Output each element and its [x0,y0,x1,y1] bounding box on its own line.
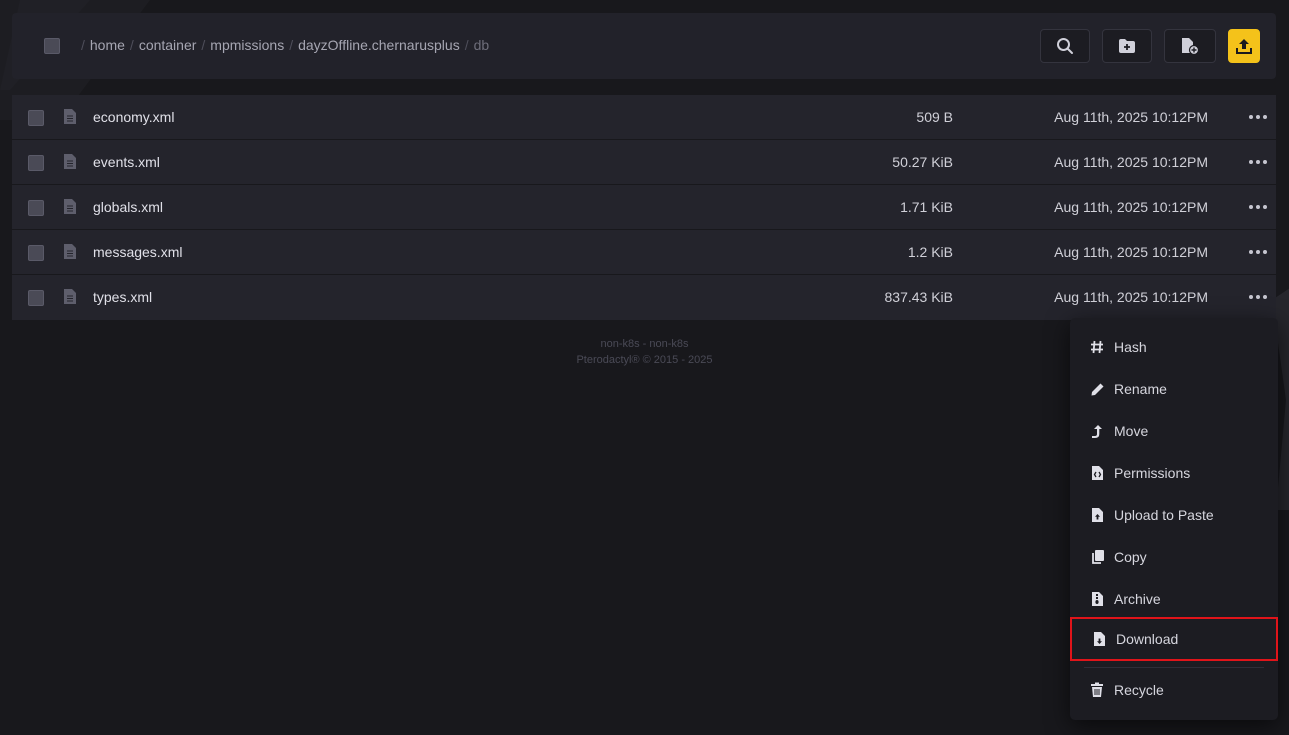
file-modified: Aug 11th, 2025 10:12PM [1054,244,1208,260]
file-name[interactable]: messages.xml [93,244,182,260]
more-options-icon[interactable] [1248,108,1268,126]
menu-item-label: Permissions [1114,465,1191,481]
new-folder-button[interactable] [1102,29,1152,63]
hash-icon [1089,339,1105,355]
file-name[interactable]: economy.xml [93,109,174,125]
breadcrumb-current: db [473,37,490,53]
breadcrumb-separator: / [289,37,294,53]
breadcrumb-container[interactable]: container [139,37,197,53]
file-plus-icon [1182,38,1200,55]
file-icon [64,154,76,169]
menu-item-recycle[interactable]: Recycle [1070,670,1278,710]
file-size: 1.71 KiB [900,199,953,215]
search-icon [1057,38,1073,54]
file-checkbox[interactable] [28,245,44,261]
file-modified: Aug 11th, 2025 10:12PM [1054,199,1208,215]
menu-item-move[interactable]: Move [1070,411,1278,451]
select-all-checkbox[interactable] [44,38,60,54]
file-size: 1.2 KiB [907,244,953,260]
menu-item-permissions[interactable]: Permissions [1070,453,1278,493]
breadcrumb-separator: / [201,37,206,53]
file-modified: Aug 11th, 2025 10:12PM [1054,109,1208,125]
file-checkbox[interactable] [28,290,44,306]
menu-divider [1084,667,1264,668]
file-name[interactable]: types.xml [93,289,152,305]
file-row[interactable]: messages.xml 1.2 KiB Aug 11th, 2025 10:1… [12,230,1276,275]
file-checkbox[interactable] [28,155,44,171]
file-modified: Aug 11th, 2025 10:12PM [1054,289,1208,305]
menu-item-label: Archive [1114,591,1161,607]
upload-button[interactable] [1228,29,1260,63]
file-list: economy.xml 509 B Aug 11th, 2025 10:12PM… [12,95,1276,320]
file-modified: Aug 11th, 2025 10:12PM [1054,154,1208,170]
breadcrumb: / home / container / mpmissions / dayzOf… [76,37,489,53]
breadcrumb-home[interactable]: home [90,37,125,53]
new-file-button[interactable] [1164,29,1216,63]
file-archive-icon [1089,591,1105,607]
file-size: 509 B [916,109,953,125]
folder-plus-icon [1119,39,1135,53]
copy-icon [1089,549,1105,565]
file-icon [64,199,76,214]
menu-item-label: Upload to Paste [1114,507,1214,523]
menu-item-copy[interactable]: Copy [1070,537,1278,577]
file-icon [64,109,76,124]
file-icon [64,244,76,259]
more-options-icon[interactable] [1248,243,1268,261]
file-name[interactable]: events.xml [93,154,160,170]
pencil-icon [1089,381,1105,397]
file-download-icon [1091,631,1107,647]
menu-item-label: Download [1116,631,1179,647]
file-row[interactable]: economy.xml 509 B Aug 11th, 2025 10:12PM [12,95,1276,140]
file-toolbar: / home / container / mpmissions / dayzOf… [12,13,1276,79]
menu-item-rename[interactable]: Rename [1070,369,1278,409]
move-arrow-icon [1089,423,1105,439]
more-options-icon[interactable] [1248,198,1268,216]
file-context-menu: Hash Rename Move Permissions Upload to P… [1070,318,1278,720]
menu-item-label: Hash [1114,339,1147,355]
file-code-icon [1089,465,1105,481]
file-checkbox[interactable] [28,110,44,126]
breadcrumb-mpmissions[interactable]: mpmissions [210,37,284,53]
file-size: 837.43 KiB [884,289,954,305]
trash-icon [1089,682,1105,698]
upload-icon [1236,39,1252,54]
more-options-icon[interactable] [1248,153,1268,171]
breadcrumb-separator: / [81,37,85,53]
file-name[interactable]: globals.xml [93,199,163,215]
file-row[interactable]: globals.xml 1.71 KiB Aug 11th, 2025 10:1… [12,185,1276,230]
file-row[interactable]: types.xml 837.43 KiB Aug 11th, 2025 10:1… [12,275,1276,320]
breadcrumb-separator: / [129,37,134,53]
file-checkbox[interactable] [28,200,44,216]
file-icon [64,289,76,304]
more-options-icon[interactable] [1248,288,1268,306]
menu-item-label: Move [1114,423,1149,439]
menu-item-label: Rename [1114,381,1167,397]
menu-item-label: Copy [1114,549,1147,565]
menu-item-label: Recycle [1114,682,1164,698]
menu-item-download[interactable]: Download [1070,617,1278,661]
file-upload-icon [1089,507,1105,523]
menu-item-archive[interactable]: Archive [1070,579,1278,619]
menu-item-upload-to-paste[interactable]: Upload to Paste [1070,495,1278,535]
file-size: 50.27 KiB [892,154,953,170]
file-row[interactable]: events.xml 50.27 KiB Aug 11th, 2025 10:1… [12,140,1276,185]
search-button[interactable] [1040,29,1090,63]
breadcrumb-mission[interactable]: dayzOffline.chernarusplus [298,37,460,53]
menu-item-hash[interactable]: Hash [1070,327,1278,367]
breadcrumb-separator: / [464,37,469,53]
